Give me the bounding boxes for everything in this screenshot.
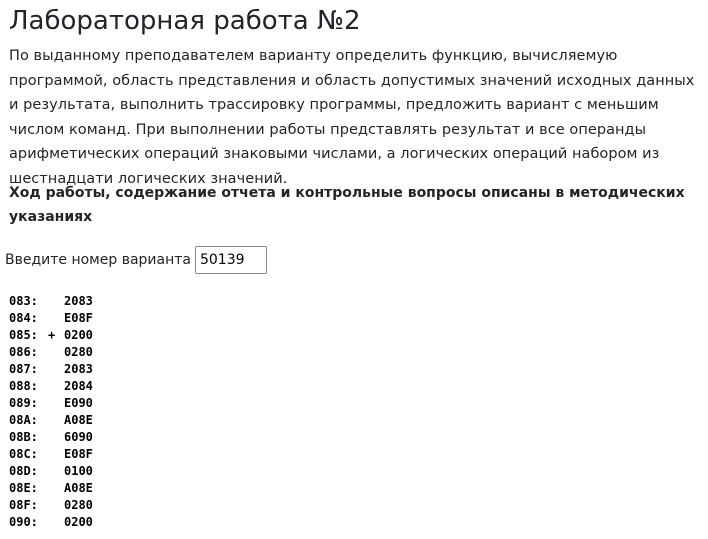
memory-address: 08E: <box>9 481 38 495</box>
start-marker <box>48 497 64 514</box>
memory-address: 08C: <box>9 447 38 461</box>
memory-word: E090 <box>64 396 93 410</box>
program-line: 084: E08F <box>9 310 104 327</box>
start-marker <box>48 463 64 480</box>
start-marker <box>48 378 64 395</box>
program-line: 08E: A08E <box>9 480 104 497</box>
start-marker <box>48 344 64 361</box>
program-line: 086: 0280 <box>9 344 104 361</box>
start-marker: + <box>48 328 56 342</box>
memory-address: 08A: <box>9 413 38 427</box>
program-line: 088: 2084 <box>9 378 104 395</box>
program-line: 090: 0200 <box>9 514 104 531</box>
program-line: 089: E090 <box>9 395 104 412</box>
program-line: 087: 2083 <box>9 361 104 378</box>
memory-address: 083: <box>9 294 38 308</box>
memory-address: 088: <box>9 379 38 393</box>
page-title: Лабораторная работа №2 <box>9 6 361 36</box>
memory-word: 0200 <box>64 328 93 342</box>
memory-address: 084: <box>9 311 38 325</box>
start-marker <box>48 361 64 378</box>
memory-address: 085: <box>9 328 38 342</box>
memory-word: 6090 <box>64 430 93 444</box>
program-line: 08A: A08E <box>9 412 104 429</box>
start-marker <box>48 293 64 310</box>
program-line: 08D: 0100 <box>9 463 104 480</box>
memory-word: 0100 <box>64 464 93 478</box>
memory-address: 087: <box>9 362 38 376</box>
memory-address: 08B: <box>9 430 38 444</box>
start-marker <box>48 429 64 446</box>
instructions-note: Ход работы, содержание отчета и контроль… <box>9 185 685 225</box>
memory-word: E08F <box>64 311 93 325</box>
start-marker <box>48 514 64 531</box>
program-line: 08B: 6090 <box>9 429 104 446</box>
variant-number-input[interactable] <box>194 246 267 274</box>
program-line: 083: 2083 <box>9 293 104 310</box>
program-listing: 083: 2083 084: E08F 085: + 0200 086: 028… <box>9 293 104 531</box>
memory-word: 2083 <box>64 294 93 308</box>
memory-word: 0280 <box>64 345 93 359</box>
variant-form: Введите номер варианта <box>5 245 267 275</box>
variant-label: Введите номер варианта <box>5 252 191 268</box>
memory-word: 2084 <box>64 379 93 393</box>
memory-word: 0280 <box>64 498 93 512</box>
memory-address: 086: <box>9 345 38 359</box>
task-description: По выданному преподавателем варианту опр… <box>9 48 695 187</box>
start-marker <box>48 446 64 463</box>
program-line: 08F: 0280 <box>9 497 104 514</box>
program-line: 085: + 0200 <box>9 327 104 344</box>
memory-address: 08D: <box>9 464 38 478</box>
lab-page: Лабораторная работа №2 По выданному преп… <box>0 0 708 539</box>
start-marker <box>48 480 64 497</box>
memory-word: E08F <box>64 447 93 461</box>
memory-word: A08E <box>64 481 93 495</box>
memory-word: 2083 <box>64 362 93 376</box>
start-marker <box>48 412 64 429</box>
start-marker <box>48 395 64 412</box>
memory-word: 0200 <box>64 515 93 529</box>
memory-address: 089: <box>9 396 38 410</box>
memory-word: A08E <box>64 413 93 427</box>
memory-address: 08F: <box>9 498 38 512</box>
start-marker <box>48 310 64 327</box>
memory-address: 090: <box>9 515 38 529</box>
program-line: 08C: E08F <box>9 446 104 463</box>
